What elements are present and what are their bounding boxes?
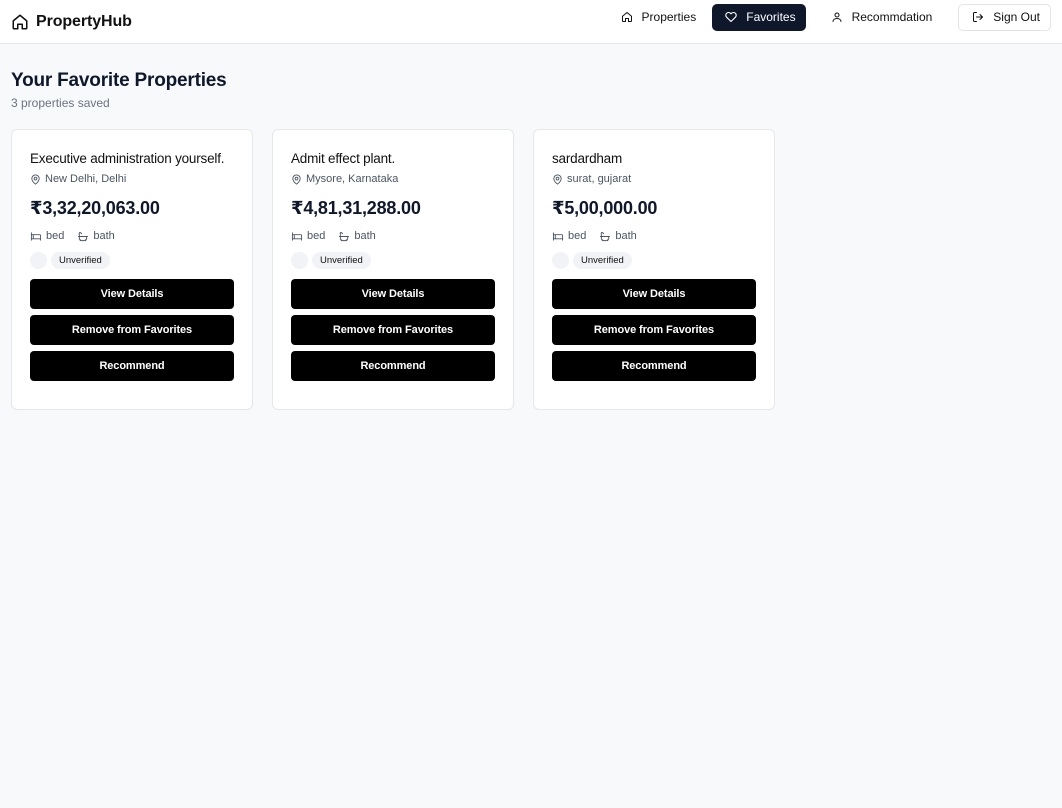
recommend-button[interactable]: Recommend	[30, 351, 234, 381]
property-card: Executive administration yourself. New D…	[11, 129, 253, 410]
view-details-button[interactable]: View Details	[552, 279, 756, 309]
remove-favorite-button[interactable]: Remove from Favorites	[291, 315, 495, 345]
property-card: sardardham surat, gujarat ₹5,00,000.00 b…	[533, 129, 775, 410]
map-pin-icon	[31, 173, 40, 185]
bath-label: bath	[93, 230, 115, 242]
remove-favorite-button[interactable]: Remove from Favorites	[30, 315, 234, 345]
sign-out-label: Sign Out	[993, 10, 1040, 24]
bed-icon	[291, 231, 303, 241]
bed-label: bed	[46, 230, 65, 242]
recommend-button[interactable]: Recommend	[291, 351, 495, 381]
property-badges: Unverified	[291, 252, 495, 269]
nav-recommendation[interactable]: Recommdation	[818, 4, 943, 31]
main-nav: Properties Favorites Recommdation Sign O…	[608, 3, 1051, 31]
property-location-text: surat, gujarat	[567, 173, 632, 185]
bath-icon	[600, 231, 611, 241]
property-badges: Unverified	[30, 252, 234, 269]
empty-badge	[30, 252, 47, 269]
property-amenities: bed bath	[291, 230, 495, 242]
card-actions: View Details Remove from Favorites Recom…	[291, 279, 495, 381]
brand[interactable]: PropertyHub	[11, 13, 132, 31]
main-content: Your Favorite Properties 3 properties sa…	[0, 44, 1062, 410]
status-badge: Unverified	[312, 252, 371, 269]
map-pin-icon	[553, 173, 562, 185]
status-badge: Unverified	[573, 252, 632, 269]
property-title: Admit effect plant.	[291, 151, 396, 166]
top-header: PropertyHub Properties Favorites Recommd…	[0, 0, 1062, 44]
property-location: Mysore, Karnataka	[291, 173, 495, 185]
home-icon	[12, 14, 28, 29]
bath-amenity: bath	[338, 230, 376, 242]
remove-favorite-button[interactable]: Remove from Favorites	[552, 315, 756, 345]
bath-amenity: bath	[599, 230, 637, 242]
nav-favorites[interactable]: Favorites	[712, 3, 806, 31]
property-title: sardardham	[552, 151, 623, 166]
bed-amenity: bed	[291, 230, 325, 242]
property-location: New Delhi, Delhi	[30, 173, 234, 185]
card-actions: View Details Remove from Favorites Recom…	[30, 279, 234, 381]
status-badge: Unverified	[51, 252, 110, 269]
recommend-button[interactable]: Recommend	[552, 351, 756, 381]
empty-badge	[291, 252, 308, 269]
property-amenities: bed bath	[30, 230, 234, 242]
property-price: ₹5,00,000.00	[552, 198, 658, 218]
property-amenities: bed bath	[552, 230, 756, 242]
user-icon	[832, 12, 842, 22]
nav-recommendation-label: Recommdation	[851, 10, 933, 24]
view-details-button[interactable]: View Details	[291, 279, 495, 309]
card-actions: View Details Remove from Favorites Recom…	[552, 279, 756, 381]
home-icon	[621, 12, 632, 22]
bath-label: bath	[615, 230, 637, 242]
bed-amenity: bed	[552, 230, 586, 242]
favorites-grid: Executive administration yourself. New D…	[11, 129, 1051, 410]
page-title: Your Favorite Properties	[11, 70, 227, 91]
property-title: Executive administration yourself.	[30, 151, 225, 166]
page-subtitle: 3 properties saved	[11, 96, 110, 110]
property-card: Admit effect plant. Mysore, Karnataka ₹4…	[272, 129, 514, 410]
view-details-button[interactable]: View Details	[30, 279, 234, 309]
bed-label: bed	[568, 230, 587, 242]
logout-icon	[973, 12, 984, 22]
bed-amenity: bed	[30, 230, 64, 242]
sign-out-button[interactable]: Sign Out	[958, 3, 1051, 31]
property-price: ₹4,81,31,288.00	[291, 198, 421, 218]
empty-badge	[552, 252, 569, 269]
property-location: surat, gujarat	[552, 173, 756, 185]
map-pin-icon	[292, 173, 301, 185]
nav-properties-label: Properties	[641, 10, 697, 24]
bed-icon	[552, 231, 564, 241]
bath-label: bath	[354, 230, 376, 242]
bath-amenity: bath	[77, 230, 115, 242]
property-price: ₹3,32,20,063.00	[30, 198, 160, 218]
property-badges: Unverified	[552, 252, 756, 269]
property-location-text: New Delhi, Delhi	[45, 173, 127, 185]
heart-icon	[725, 11, 737, 23]
brand-name: PropertyHub	[36, 12, 132, 30]
bed-label: bed	[307, 230, 326, 242]
nav-properties[interactable]: Properties	[608, 4, 707, 31]
property-location-text: Mysore, Karnataka	[306, 173, 399, 185]
bed-icon	[30, 231, 42, 241]
bath-icon	[339, 231, 350, 241]
bath-icon	[78, 231, 89, 241]
nav-favorites-label: Favorites	[746, 10, 796, 24]
